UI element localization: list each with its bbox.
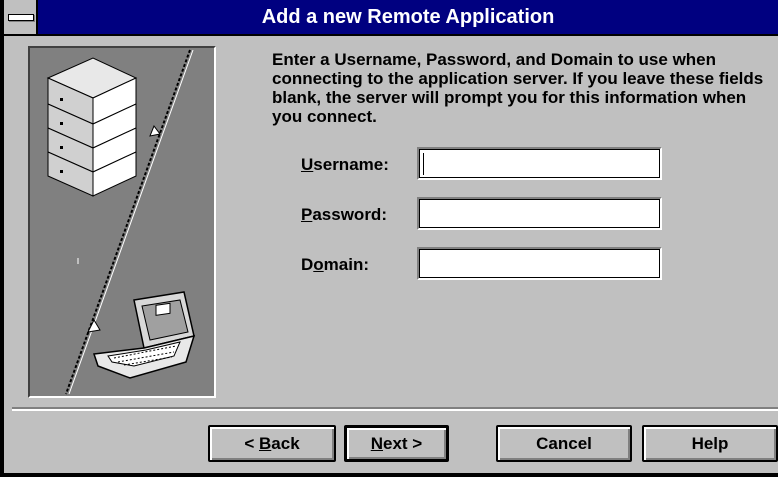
next-button[interactable]: Next > <box>344 425 449 462</box>
domain-label: Domain: <box>301 255 369 275</box>
next-button-text: ext > <box>383 434 423 453</box>
title-bar[interactable]: Add a new Remote Application <box>4 0 778 36</box>
system-menu-icon[interactable] <box>4 0 38 34</box>
password-label-text: assword: <box>312 205 387 224</box>
username-label: Username: <box>301 155 389 175</box>
back-button[interactable]: < Back <box>208 425 336 462</box>
laptop-computer-icon <box>92 291 196 379</box>
wizard-illustration <box>28 46 216 398</box>
domain-label-text: main: <box>323 255 370 274</box>
password-input[interactable] <box>417 197 662 230</box>
back-button-prefix: < <box>244 434 259 453</box>
window-title: Add a new Remote Application <box>261 6 555 28</box>
network-illustration <box>46 49 196 395</box>
server-stack-icon <box>46 57 138 197</box>
help-button[interactable]: Help <box>642 425 778 462</box>
cancel-button[interactable]: Cancel <box>496 425 632 462</box>
password-label: Password: <box>301 205 387 225</box>
dialog-window: Add a new Remote Application Enter a Use… <box>0 0 778 477</box>
separator-highlight <box>12 409 778 411</box>
domain-label-mnemonic: o <box>313 255 324 274</box>
domain-input[interactable] <box>417 247 662 280</box>
password-label-mnemonic: P <box>301 205 313 224</box>
username-label-text: sername: <box>313 155 389 174</box>
username-input[interactable] <box>417 147 662 180</box>
next-button-mnemonic: N <box>370 434 384 453</box>
back-button-text: ack <box>271 434 300 453</box>
text-caret <box>423 153 424 175</box>
domain-label-prefix: D <box>301 255 314 274</box>
back-button-mnemonic: B <box>259 434 272 453</box>
username-label-mnemonic: U <box>301 155 314 174</box>
system-menu-bar <box>8 14 34 21</box>
instructions-text: Enter a Username, Password, and Domain t… <box>272 50 764 126</box>
